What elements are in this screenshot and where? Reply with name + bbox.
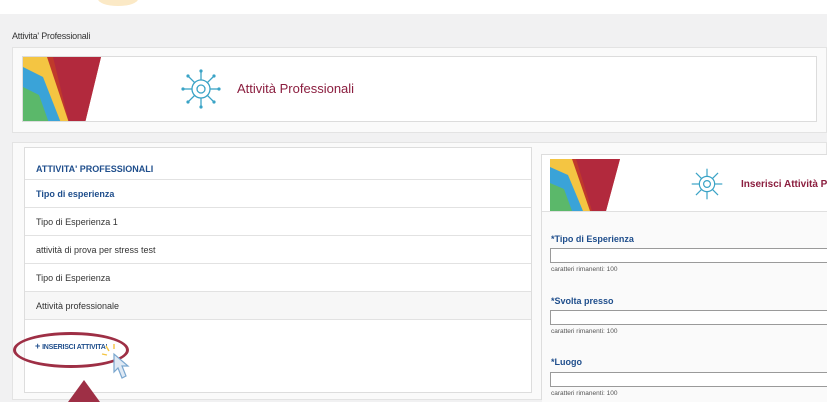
hand-cursor-icon [101,344,130,379]
pointer-arrow-icon [68,380,100,402]
page-title: Attività Professionali [237,81,355,96]
field-label-tipo-esperienza: *Tipo di Esperienza [551,234,634,244]
field-label-luogo: *Luogo [551,357,582,367]
list-item[interactable]: Tipo di Esperienza 1 [25,208,531,236]
page-banner: Attività Professionali [22,56,817,122]
list-item[interactable]: Tipo di Esperienza [25,264,531,292]
header-glow [98,0,138,6]
top-bar [0,0,827,14]
field-hint: caratteri rimanenti: 100 [551,390,618,397]
tipo-esperienza-input[interactable] [550,248,827,263]
virus-network-icon [181,69,221,109]
form-title: Inserisci Attività P [741,179,827,190]
brand-logo [23,57,101,121]
field-hint: caratteri rimanenti: 100 [551,266,618,273]
insert-activity-form: Inserisci Attività P *Tipo di Esperienza… [541,154,827,402]
luogo-input[interactable] [550,372,827,387]
virus-network-icon [691,168,723,200]
field-label-svolta-presso: *Svolta presso [551,296,614,306]
form-banner: Inserisci Attività P [542,155,827,212]
svolta-presso-input[interactable] [550,310,827,325]
list-item[interactable]: Attività professionale [25,292,531,320]
field-hint: caratteri rimanenti: 100 [551,328,618,335]
brand-logo [550,159,620,211]
list-header: ATTIVITA' PROFESSIONALI [25,158,531,180]
add-activity-button[interactable]: + INSERISCI ATTIVITA' [35,341,107,351]
list-column-header[interactable]: Tipo di esperienza [25,180,531,208]
list-item[interactable]: attività di prova per stress test [25,236,531,264]
plus-icon: + [35,341,41,351]
add-activity-label: INSERISCI ATTIVITA' [42,344,108,351]
form-body: *Tipo di Esperienza caratteri rimanenti:… [542,212,827,402]
breadcrumb[interactable]: Attivita' Professionali [12,31,90,41]
